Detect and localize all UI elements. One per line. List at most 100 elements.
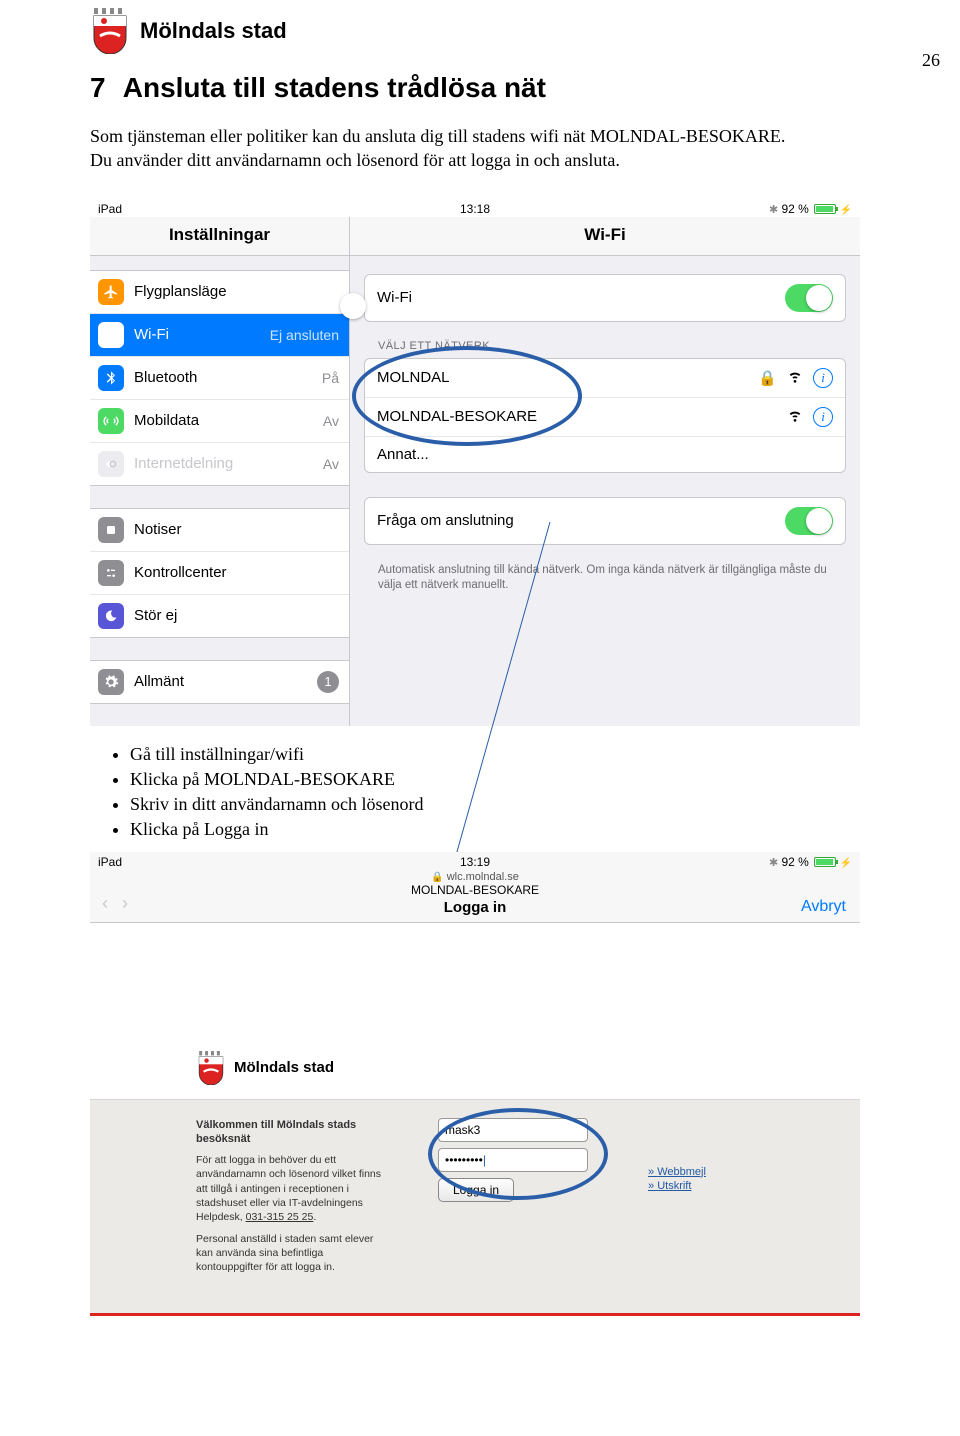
molndal-shield-icon — [90, 8, 130, 54]
sidebar-item-cellular[interactable]: Mobildata Av — [90, 400, 349, 443]
page-number: 26 — [922, 50, 940, 71]
wifi-icon — [98, 322, 124, 348]
sidebar-item-hotspot[interactable]: Internetdelning Av — [90, 443, 349, 485]
nav-arrows: ‹ › — [102, 893, 128, 914]
battery-icon — [814, 857, 836, 867]
intro-paragraph: Som tjänsteman eller politiker kan du an… — [90, 124, 870, 173]
device-label: iPad — [98, 202, 122, 216]
section-title-text: Ansluta till stadens trådlösa nät — [123, 72, 546, 103]
section-heading: 7 Ansluta till stadens trådlösa nät — [90, 72, 870, 104]
info-icon[interactable]: i — [813, 407, 833, 427]
sidebar-item-controlcenter[interactable]: Kontrollcenter — [90, 552, 349, 595]
battery-status: ✱ 92 % ⚡ — [769, 855, 852, 869]
choose-network-label: VÄLJ ETT NÄTVERK... — [364, 336, 846, 358]
sidebar-item-label: Kontrollcenter — [134, 564, 227, 581]
ask-join-group: Fråga om anslutning — [364, 497, 846, 545]
portal-brand-text: Mölndals stad — [234, 1059, 334, 1076]
sidebar-item-label: Internetdelning — [134, 455, 233, 472]
cellular-icon — [98, 408, 124, 434]
settings-sidebar: Flygplansläge Wi-Fi Ej ansluten Bluetoot… — [90, 256, 350, 726]
username-input[interactable]: mask3 — [438, 1118, 588, 1142]
list-item: Klicka på MOLNDAL-BESOKARE — [130, 769, 870, 790]
status-bar: iPad 13:18 ✱ 92 % ⚡ — [90, 199, 860, 217]
section-number: 7 — [90, 72, 116, 104]
print-link[interactable]: » Utskrift — [648, 1180, 706, 1192]
sidebar-item-notifications[interactable]: Notiser — [90, 509, 349, 552]
portal-welcome-text: Välkommen till Mölndals stads besöksnät … — [90, 1118, 390, 1283]
helpdesk-phone: 031-315 25 25 — [246, 1211, 314, 1223]
wifi-title: Wi-Fi — [350, 217, 860, 255]
controlcenter-icon — [98, 560, 124, 586]
notifications-icon — [98, 517, 124, 543]
sidebar-item-value: Av — [323, 456, 339, 472]
lock-icon: 🔒 — [758, 369, 777, 387]
login-button[interactable]: Logga in — [438, 1178, 514, 1202]
badge-count: 1 — [317, 671, 339, 693]
wifi-master-toggle-row[interactable]: Wi-Fi — [365, 275, 845, 321]
sidebar-item-value: Ej ansluten — [270, 327, 339, 343]
battery-status: ✱ 92 % ⚡ — [769, 202, 852, 216]
device-label: iPad — [98, 855, 122, 869]
sidebar-item-value: På — [322, 370, 339, 386]
lock-icon: 🔒 — [431, 872, 443, 883]
portal-form-area: Välkommen till Mölndals stads besöksnät … — [90, 1099, 860, 1316]
list-item: Gå till inställningar/wifi — [130, 744, 870, 765]
login-sheet-header: 🔒 wlc.molndal.se MOLNDAL-BESOKARE Logga … — [90, 869, 860, 923]
hotspot-icon — [98, 451, 124, 477]
sidebar-item-dnd[interactable]: Stör ej — [90, 595, 349, 637]
ask-to-join-row[interactable]: Fråga om anslutning — [365, 498, 845, 544]
sidebar-item-airplane[interactable]: Flygplansläge — [90, 271, 349, 314]
ask-to-join-note: Automatisk anslutning till kända nätverk… — [364, 559, 846, 596]
wifi-detail-pane: Wi-Fi VÄLJ ETT NÄTVERK... MOLNDAL 🔒 — [350, 256, 860, 726]
ask-to-join-label: Fråga om anslutning — [377, 512, 514, 529]
captive-url: 🔒 wlc.molndal.se — [90, 871, 860, 883]
instruction-list: Gå till inställningar/wifi Klicka på MOL… — [130, 744, 870, 840]
network-row-molndal[interactable]: MOLNDAL 🔒 i — [365, 359, 845, 398]
ask-toggle[interactable] — [785, 507, 833, 535]
portal-login-fields: mask3 •••••••••| Logga in — [390, 1118, 588, 1283]
network-list: MOLNDAL 🔒 i MOLNDAL-BESOKARE i — [364, 358, 846, 473]
sidebar-item-label: Wi-Fi — [134, 326, 169, 343]
sidebar-group-2: Notiser Kontrollcenter Stör ej — [90, 508, 349, 638]
captive-network-name: MOLNDAL-BESOKARE — [90, 883, 860, 897]
network-name: MOLNDAL-BESOKARE — [377, 408, 537, 425]
sidebar-item-label: Flygplansläge — [134, 283, 227, 300]
forward-icon[interactable]: › — [122, 893, 128, 914]
sidebar-item-label: Stör ej — [134, 607, 177, 624]
list-item: Klicka på Logga in — [130, 819, 870, 840]
settings-header-row: Inställningar Wi-Fi — [90, 217, 860, 256]
bluetooth-icon — [98, 365, 124, 391]
ipad-settings-screenshot: iPad 13:18 ✱ 92 % ⚡ Inställningar Wi-Fi … — [90, 199, 860, 726]
sidebar-item-value: Av — [323, 413, 339, 429]
wifi-toggle[interactable] — [785, 284, 833, 312]
cancel-button[interactable]: Avbryt — [801, 898, 846, 916]
back-icon[interactable]: ‹ — [102, 893, 108, 914]
network-row-besokare[interactable]: MOLNDAL-BESOKARE i — [365, 398, 845, 437]
sidebar-item-label: Notiser — [134, 521, 182, 538]
network-name: Annat... — [377, 446, 429, 463]
airplane-icon — [98, 279, 124, 305]
password-input[interactable]: •••••••••| — [438, 1148, 588, 1172]
sidebar-item-wifi[interactable]: Wi-Fi Ej ansluten — [90, 314, 349, 357]
sidebar-item-general[interactable]: Allmänt 1 — [90, 661, 349, 703]
document-header: Mölndals stad — [90, 8, 870, 54]
network-name: MOLNDAL — [377, 369, 450, 386]
dnd-icon — [98, 603, 124, 629]
clock: 13:19 — [460, 855, 490, 869]
info-icon[interactable]: i — [813, 368, 833, 388]
network-row-other[interactable]: Annat... — [365, 437, 845, 472]
webmail-link[interactable]: » Webbmejl — [648, 1166, 706, 1178]
status-bar: iPad 13:19 ✱ 92 % ⚡ — [90, 852, 860, 869]
sidebar-item-label: Bluetooth — [134, 369, 197, 386]
portal-links: » Webbmejl » Utskrift — [588, 1118, 706, 1283]
molndal-shield-icon — [196, 1051, 226, 1085]
settings-title: Inställningar — [90, 217, 350, 255]
sidebar-item-bluetooth[interactable]: Bluetooth På — [90, 357, 349, 400]
portal-brand: Mölndals stad — [90, 1023, 860, 1099]
wifi-toggle-group: Wi-Fi — [364, 274, 846, 322]
sidebar-group-1: Flygplansläge Wi-Fi Ej ansluten Bluetoot… — [90, 270, 349, 486]
sidebar-item-label: Mobildata — [134, 412, 199, 429]
wifi-signal-icon — [787, 368, 803, 388]
sidebar-group-3: Allmänt 1 — [90, 660, 349, 704]
clock: 13:18 — [460, 202, 490, 216]
